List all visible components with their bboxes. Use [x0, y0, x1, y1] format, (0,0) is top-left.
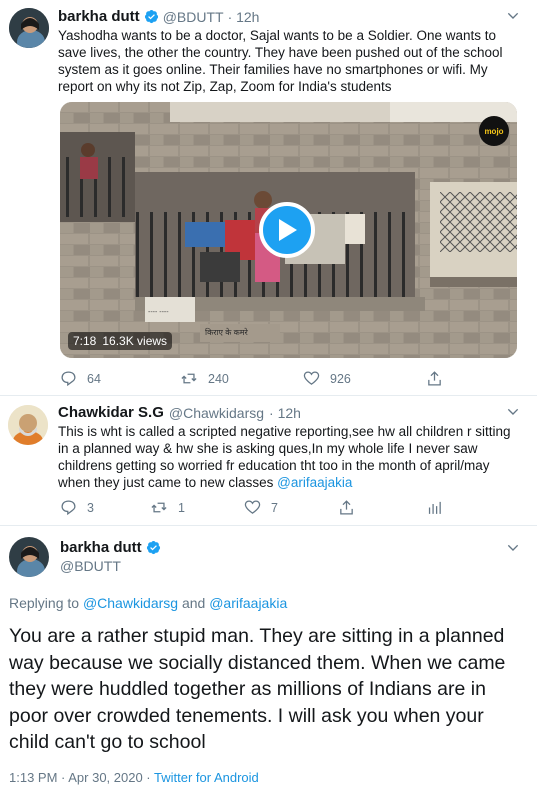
avatar-photo	[9, 8, 49, 48]
play-button[interactable]	[259, 202, 315, 258]
retweet-count: 240	[208, 371, 229, 386]
video-views: 16.3K views	[102, 334, 168, 348]
tweet-timestamp[interactable]: 1:13 PM · Apr 30, 2020 ·	[9, 770, 154, 785]
channel-logo-label: mojo	[484, 126, 504, 136]
play-icon	[279, 219, 297, 241]
author-name[interactable]: barkha dutt	[60, 539, 142, 556]
avatar-photo	[8, 405, 48, 445]
retweet-icon	[151, 502, 167, 513]
avatar-photo	[9, 537, 49, 577]
tweet-time[interactable]: · 12h	[228, 9, 260, 25]
share-icon[interactable]	[338, 499, 355, 516]
heart-icon	[303, 371, 320, 385]
chevron-down-icon[interactable]	[505, 404, 521, 420]
author-handle[interactable]: @Chawkidarsg	[169, 405, 264, 421]
replying-mention-1[interactable]: @Chawkidarsg	[83, 595, 178, 611]
retweet-icon	[181, 373, 197, 384]
tweet-text: This is wht is called a scripted negativ…	[58, 423, 518, 491]
replying-and: and	[181, 595, 206, 611]
reply-action[interactable]: 3	[60, 499, 94, 516]
replying-mention-2[interactable]: @arifaajakia	[209, 595, 287, 611]
tweet-client[interactable]: Twitter for Android	[154, 770, 259, 785]
heart-icon	[244, 500, 261, 514]
divider	[0, 525, 537, 526]
svg-text:---- ----: ---- ----	[148, 309, 169, 316]
channel-logo: mojo	[479, 116, 509, 146]
replying-to: Replying to @Chawkidarsg and @arifaajaki…	[9, 595, 287, 611]
retweet-count: 1	[178, 500, 185, 515]
reply-action[interactable]: 64	[60, 370, 101, 387]
mention-link[interactable]: @arifaajakia	[277, 475, 352, 490]
avatar[interactable]	[9, 537, 49, 577]
reply-count: 64	[87, 371, 101, 386]
chevron-down-icon[interactable]	[505, 540, 521, 556]
tweet-text: You are a rather stupid man. They are si…	[9, 625, 506, 753]
chevron-down-icon[interactable]	[505, 8, 521, 24]
reply-count: 3	[87, 500, 94, 515]
replying-prefix: Replying to	[9, 595, 80, 611]
like-count: 7	[271, 500, 278, 515]
svg-text:किराए के कमरे: किराए के कमरे	[205, 327, 249, 337]
reply-icon	[61, 500, 76, 516]
share-icon[interactable]	[426, 370, 443, 387]
like-action[interactable]: 926	[303, 370, 351, 387]
like-action[interactable]: 7	[244, 499, 278, 516]
retweet-action[interactable]: 240	[180, 370, 229, 387]
video-duration: 7:18	[73, 334, 97, 348]
video-player[interactable]: ---- ---- किराए के कमरे mojo 7:18 16.3K …	[60, 102, 517, 358]
avatar[interactable]	[8, 405, 48, 445]
verified-badge-icon	[146, 540, 160, 555]
retweet-action[interactable]: 1	[150, 499, 185, 516]
tweet-text: Yashodha wants to be a doctor, Sajal wan…	[58, 28, 503, 94]
tweet-time[interactable]: · 12h	[269, 405, 301, 421]
divider	[0, 395, 537, 396]
tweet-meta: 1:13 PM · Apr 30, 2020 · Twitter for And…	[9, 770, 259, 785]
author-name[interactable]: barkha dutt	[58, 8, 140, 25]
author-handle[interactable]: @BDUTT	[60, 558, 121, 574]
analytics-icon[interactable]	[426, 499, 443, 516]
verified-badge-icon	[144, 9, 158, 24]
reply-icon	[61, 371, 76, 387]
like-count: 926	[330, 371, 351, 386]
author-name[interactable]: Chawkidar S.G	[58, 404, 164, 421]
avatar[interactable]	[9, 8, 49, 48]
author-handle[interactable]: @BDUTT	[163, 9, 224, 25]
